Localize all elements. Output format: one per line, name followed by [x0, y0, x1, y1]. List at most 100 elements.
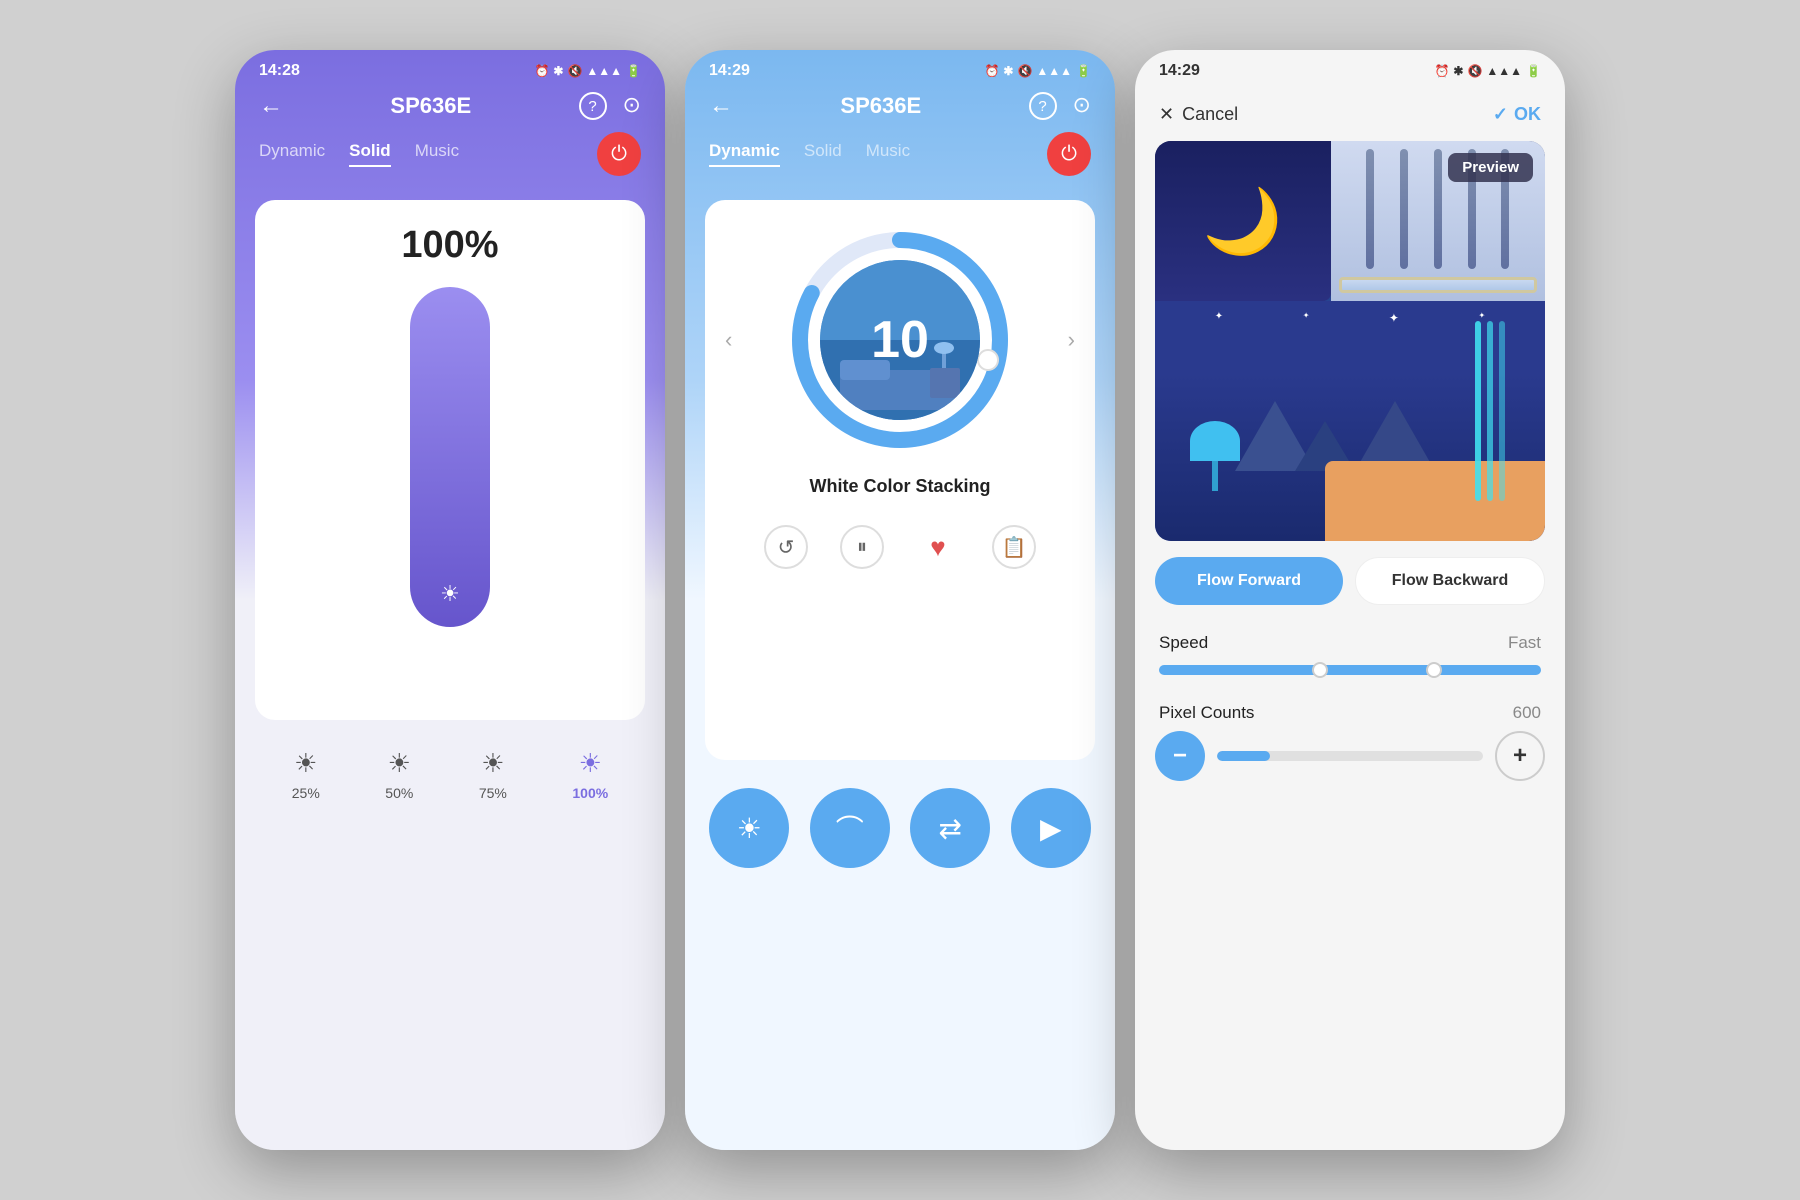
timer-number: 10: [871, 310, 929, 370]
phone-3: 14:29 ⏰ ✱ 🔇 ▲▲▲ 🔋 ✕ Cancel ✓ OK Preview: [1135, 50, 1565, 1150]
phone-2: 14:29 ⏰ ✱ 🔇 ▲▲▲ 🔋 ← SP636E ? ⊙ Dynamic S…: [685, 50, 1115, 1150]
carousel-area: ‹: [725, 230, 1075, 450]
cyan-strips: [1475, 321, 1505, 501]
settings-icon-2[interactable]: ⊙: [1073, 92, 1091, 120]
brightness-slider[interactable]: ☀: [410, 287, 490, 627]
header-title-1: SP636E: [390, 93, 471, 119]
prev-arrow[interactable]: ‹: [725, 327, 732, 353]
plus-icon: +: [1513, 742, 1527, 770]
ok-button[interactable]: ✓ OK: [1493, 104, 1541, 125]
preset-label-100: 100%: [572, 785, 608, 801]
header-title-2: SP636E: [840, 93, 921, 119]
curtain-strip-3: [1434, 149, 1442, 269]
dynamic-card: ‹: [705, 200, 1095, 760]
pixel-value: 600: [1513, 703, 1541, 723]
speed-slider-track[interactable]: [1159, 665, 1541, 675]
preset-label-25: 25%: [292, 785, 320, 801]
speed-value: Fast: [1508, 633, 1541, 653]
tabs-row-2: Dynamic Solid Music ⏻: [685, 132, 1115, 188]
tab-music-1[interactable]: Music: [415, 141, 459, 167]
speed-setting-row: Speed Fast: [1135, 621, 1565, 657]
time-3: 14:29: [1159, 62, 1200, 80]
status-bar-2: 14:29 ⏰ ✱ 🔇 ▲▲▲ 🔋: [685, 50, 1115, 88]
curtain-strip-1: [1366, 149, 1374, 269]
curtain-strip-2: [1400, 149, 1408, 269]
bed: [1325, 461, 1545, 541]
flow-backward-button[interactable]: Flow Backward: [1355, 557, 1545, 605]
next-arrow[interactable]: ›: [1068, 327, 1075, 353]
preset-100[interactable]: ☀ 100%: [572, 748, 608, 801]
settings-icon-1[interactable]: ⊙: [623, 92, 641, 120]
p3-header: ✕ Cancel ✓ OK: [1135, 88, 1565, 141]
moon-panel: 🌙: [1155, 141, 1331, 301]
phone-1: 14:28 ⏰ ✱ 🔇 ▲▲▲ 🔋 ← SP636E ? ⊙ Dynamic S…: [235, 50, 665, 1150]
time-1: 14:28: [259, 62, 300, 80]
preset-sun-50: ☀: [388, 748, 411, 779]
ok-label: OK: [1514, 104, 1541, 125]
back-icon-1[interactable]: ←: [259, 92, 283, 120]
lamp-stem: [1212, 461, 1218, 491]
speed-thumb-2[interactable]: [1426, 662, 1442, 678]
power-button-1[interactable]: ⏻: [597, 132, 641, 176]
power-icon-2: ⏻: [1061, 143, 1077, 166]
pixel-plus-button[interactable]: +: [1495, 731, 1545, 781]
bottom-controls: ☀ ⌒ ⇄ ▶: [685, 772, 1115, 884]
ok-icon: ✓: [1493, 104, 1508, 125]
header-icons-1: ? ⊙: [579, 92, 641, 120]
play-ctrl-btn[interactable]: ▶: [1011, 788, 1091, 868]
status-icons-3: ⏰ ✱ 🔇 ▲▲▲ 🔋: [1434, 64, 1541, 78]
back-icon-2[interactable]: ←: [709, 92, 733, 120]
status-icons-1: ⏰ ✱ 🔇 ▲▲▲ 🔋: [534, 64, 641, 78]
swap-ctrl-btn[interactable]: ⇄: [910, 788, 990, 868]
brightness-card: 100% ☀: [255, 200, 645, 720]
status-icons-2: ⏰ ✱ 🔇 ▲▲▲ 🔋: [984, 64, 1091, 78]
power-button-2[interactable]: ⏻: [1047, 132, 1091, 176]
playlist-icon[interactable]: 📋: [992, 525, 1036, 569]
status-bar-3: 14:29 ⏰ ✱ 🔇 ▲▲▲ 🔋: [1135, 50, 1565, 88]
preset-75[interactable]: ☀ 75%: [479, 748, 507, 801]
preview-image: Preview 🌙: [1155, 141, 1545, 541]
preset-sun-75: ☀: [481, 748, 504, 779]
header-icons-2: ? ⊙: [1029, 92, 1091, 120]
pixel-label: Pixel Counts: [1159, 703, 1254, 723]
help-icon-2[interactable]: ?: [1029, 92, 1057, 120]
preset-25[interactable]: ☀ 25%: [292, 748, 320, 801]
tabs-2: Dynamic Solid Music: [709, 141, 910, 167]
cancel-button[interactable]: ✕ Cancel: [1159, 104, 1238, 125]
pixel-setting-row: Pixel Counts 600: [1135, 691, 1565, 727]
loop-icon[interactable]: ↺: [764, 525, 808, 569]
preset-sun-100: ☀: [579, 748, 602, 779]
pause-icon[interactable]: ⏸: [840, 525, 884, 569]
brightness-presets: ☀ 25% ☀ 50% ☀ 75% ☀ 100%: [235, 732, 665, 817]
effect-name: White Color Stacking: [809, 476, 990, 497]
speed-slider-container[interactable]: [1135, 657, 1565, 691]
tab-music-2[interactable]: Music: [866, 141, 910, 167]
arc-ctrl-btn[interactable]: ⌒: [810, 788, 890, 868]
preset-label-75: 75%: [479, 785, 507, 801]
preset-sun-25: ☀: [294, 748, 317, 779]
pixel-track[interactable]: [1217, 751, 1483, 761]
tab-solid-2[interactable]: Solid: [804, 141, 842, 167]
tab-solid-1[interactable]: Solid: [349, 141, 391, 167]
tab-dynamic-2[interactable]: Dynamic: [709, 141, 780, 167]
preset-50[interactable]: ☀ 50%: [385, 748, 413, 801]
header-1: ← SP636E ? ⊙: [235, 88, 665, 132]
speed-thumb-1[interactable]: [1312, 662, 1328, 678]
tab-dynamic-1[interactable]: Dynamic: [259, 141, 325, 167]
preview-badge: Preview: [1448, 153, 1533, 182]
help-icon-1[interactable]: ?: [579, 92, 607, 120]
brightness-ctrl-btn[interactable]: ☀: [709, 788, 789, 868]
heart-icon[interactable]: ♥: [916, 525, 960, 569]
play-ctrl-icon: ▶: [1040, 812, 1062, 845]
minus-icon: −: [1173, 742, 1187, 770]
pixel-minus-button[interactable]: −: [1155, 731, 1205, 781]
cancel-label: Cancel: [1182, 104, 1238, 125]
arc-ctrl-icon: ⌒: [836, 808, 864, 848]
flow-forward-button[interactable]: Flow Forward: [1155, 557, 1343, 605]
pixel-row: − +: [1135, 727, 1565, 797]
moon-icon: 🌙: [1203, 184, 1283, 259]
power-icon-1: ⏻: [611, 143, 627, 166]
time-2: 14:29: [709, 62, 750, 80]
direction-buttons: Flow Forward Flow Backward: [1135, 541, 1565, 621]
status-bar-1: 14:28 ⏰ ✱ 🔇 ▲▲▲ 🔋: [235, 50, 665, 88]
